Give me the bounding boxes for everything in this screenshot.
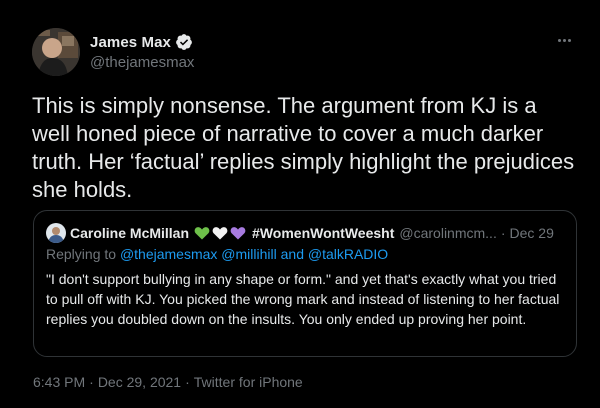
- quote-text: "I don't support bullying in any shape o…: [46, 271, 560, 327]
- white-heart-icon: [212, 225, 228, 241]
- meta-separator: ·: [185, 374, 190, 390]
- more-options-icon[interactable]: [552, 32, 576, 48]
- tweet-date[interactable]: Dec 29, 2021: [98, 374, 181, 390]
- author-handle[interactable]: @thejamesmax: [90, 54, 194, 71]
- tweet-time[interactable]: 6:43 PM: [33, 374, 85, 390]
- quote-separator: ·: [500, 225, 506, 241]
- more-dot: [557, 38, 561, 42]
- author-info: James Max @thejamesmax: [90, 31, 194, 72]
- replying-mentions[interactable]: @thejamesmax @millihill and @talkRADIO: [120, 246, 388, 262]
- tweet-header: James Max @thejamesmax: [32, 28, 572, 78]
- quote-header: Caroline McMillan #WomenWontWeesht @caro…: [46, 223, 564, 243]
- author-avatar[interactable]: [32, 28, 80, 76]
- tweet-meta: 6:43 PM · Dec 29, 2021 · Twitter for iPhone: [33, 374, 303, 390]
- author-name-row: James Max: [90, 31, 194, 53]
- quote-author-name[interactable]: Caroline McMillan: [70, 225, 189, 241]
- quote-author-avatar[interactable]: [46, 223, 66, 243]
- replying-to: Replying to @thejamesmax @millihill and …: [46, 246, 388, 262]
- replying-prefix: Replying to: [46, 246, 120, 262]
- quoted-tweet[interactable]: Caroline McMillan #WomenWontWeesht @caro…: [33, 210, 577, 357]
- quote-author-handle: @carolinmcm...: [399, 225, 497, 241]
- more-dot: [562, 38, 566, 42]
- tweet-source[interactable]: Twitter for iPhone: [194, 374, 303, 390]
- tweet-text: This is simply nonsense. The argument fr…: [32, 93, 581, 202]
- green-heart-icon: [194, 225, 210, 241]
- quote-author-hashtag: #WomenWontWeesht: [252, 225, 395, 241]
- verified-badge-icon: [175, 33, 193, 51]
- meta-separator: ·: [89, 374, 94, 390]
- quote-date: Dec 29: [509, 225, 554, 241]
- tweet-card: James Max @thejamesmax This is simply no…: [0, 0, 600, 408]
- more-dot: [567, 38, 571, 42]
- purple-heart-icon: [230, 225, 246, 241]
- author-name[interactable]: James Max: [90, 34, 171, 51]
